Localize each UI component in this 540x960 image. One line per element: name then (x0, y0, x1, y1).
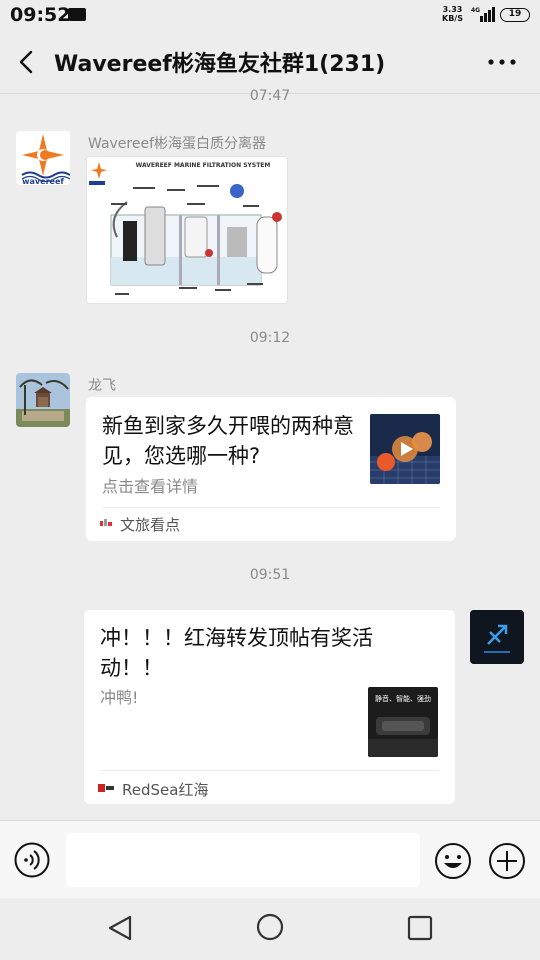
filtration-system-image: WAVEREEF MARINE FILTRATION SYSTEM (87, 157, 287, 303)
link-card[interactable]: 新鱼到家多久开喂的两种意见，您选哪一种? 点击查看详情 文旅看点 (86, 397, 456, 541)
chat-title: Wavereef彬海鱼友社群1(231) (54, 52, 386, 77)
chat-header: Wavereef彬海鱼友社群1(231) (0, 30, 540, 94)
battery-icon: 19 (500, 8, 530, 22)
timestamp: 07:47 (249, 88, 291, 104)
wenlv-logo-icon (100, 519, 112, 526)
network-speed-value: 3.33 (442, 5, 463, 14)
pump-product-icon: 静音、智能、强劲 (368, 687, 438, 757)
link-card-title: 新鱼到家多久开喂的两种意见，您选哪一种? (102, 414, 354, 468)
link-card-source: RedSea红海 (122, 781, 209, 799)
sagittarius-icon (470, 610, 524, 664)
link-card-desc: 点击查看详情 (102, 477, 199, 496)
pavilion-photo-icon (16, 373, 70, 427)
sender-name: Wavereef彬海蛋白质分离器 (88, 136, 267, 152)
avatar-longfei[interactable] (16, 373, 70, 427)
image-caption: WAVEREEF MARINE FILTRATION SYSTEM (136, 162, 271, 169)
timestamp: 09:51 (249, 567, 291, 583)
avatar-logo-text: wavereef (22, 177, 64, 185)
back-icon[interactable] (14, 48, 40, 76)
plus-icon[interactable] (488, 842, 526, 880)
avatar-self[interactable] (470, 610, 524, 664)
status-time: 09:52 (10, 4, 71, 26)
thumb-text: 静音、智能、强劲 (375, 694, 431, 703)
network-type: 4G (471, 7, 480, 14)
sender-name: 龙飞 (88, 378, 116, 394)
status-bar: 09:52 3.33 KB/S 4G 19 (0, 0, 540, 30)
link-card-thumbnail (370, 414, 440, 484)
message-input[interactable] (66, 833, 420, 887)
network-speed-unit: KB/S (442, 14, 463, 23)
link-card-desc: 冲鸭! (100, 688, 139, 707)
card-divider (102, 507, 440, 508)
card-divider (100, 770, 438, 771)
video-thumbnail-icon (370, 414, 440, 484)
link-card-title: 冲！！！红海转发顶帖有奖活动！！ (100, 626, 373, 680)
wavereef-logo-icon: wavereef (16, 131, 70, 185)
avatar-wavereef[interactable]: wavereef (16, 131, 70, 185)
image-message[interactable]: WAVEREEF MARINE FILTRATION SYSTEM (86, 156, 288, 304)
redsea-logo-icon (98, 784, 114, 792)
signal-icon: 4G (471, 7, 495, 22)
nav-home-icon[interactable] (255, 912, 285, 942)
nav-back-icon[interactable] (106, 913, 136, 943)
battery-level: 19 (508, 9, 522, 19)
navigation-bar (0, 898, 540, 960)
link-card-thumbnail: 静音、智能、强劲 (368, 687, 438, 757)
sd-card-icon (68, 8, 86, 21)
network-speed: 3.33 KB/S (442, 5, 463, 23)
emoji-icon[interactable] (434, 842, 472, 880)
link-card-source: 文旅看点 (120, 516, 181, 534)
voice-icon[interactable] (14, 842, 50, 878)
input-bar (0, 820, 540, 898)
nav-recent-apps-icon[interactable] (406, 914, 434, 942)
more-dots-icon[interactable] (486, 48, 518, 76)
timestamp: 09:12 (249, 330, 291, 346)
link-card[interactable]: 冲！！！红海转发顶帖有奖活动！！ 冲鸭! 静音、智能、强劲 RedSea红海 (84, 610, 455, 804)
